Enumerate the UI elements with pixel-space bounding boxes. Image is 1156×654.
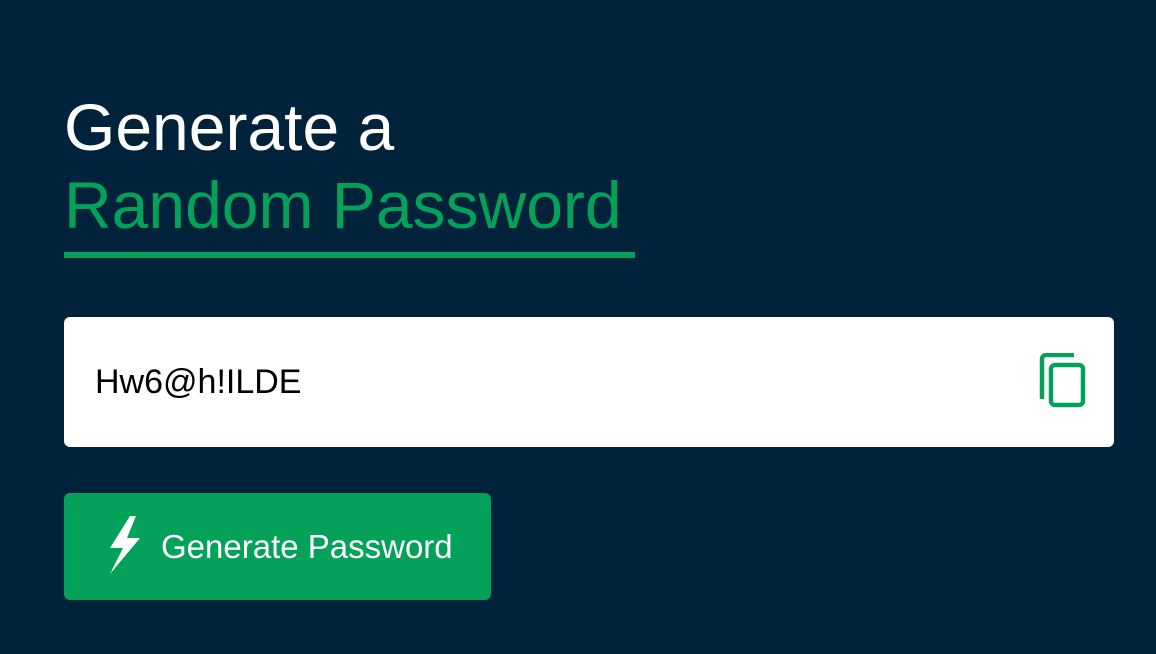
password-value[interactable]: Hw6@h!ILDE	[95, 362, 301, 402]
generate-password-button[interactable]: Generate Password	[64, 493, 491, 600]
generate-password-label: Generate Password	[161, 528, 453, 565]
copy-icon[interactable]	[1038, 352, 1088, 411]
password-display-field[interactable]: Hw6@h!ILDE	[64, 317, 1114, 447]
page-title: Generate a Random Password	[64, 88, 622, 244]
title-underline	[64, 252, 635, 258]
title-line-accent: Random Password	[64, 168, 622, 242]
lightning-bolt-icon	[106, 516, 144, 576]
title-line-primary: Generate a	[64, 90, 395, 164]
